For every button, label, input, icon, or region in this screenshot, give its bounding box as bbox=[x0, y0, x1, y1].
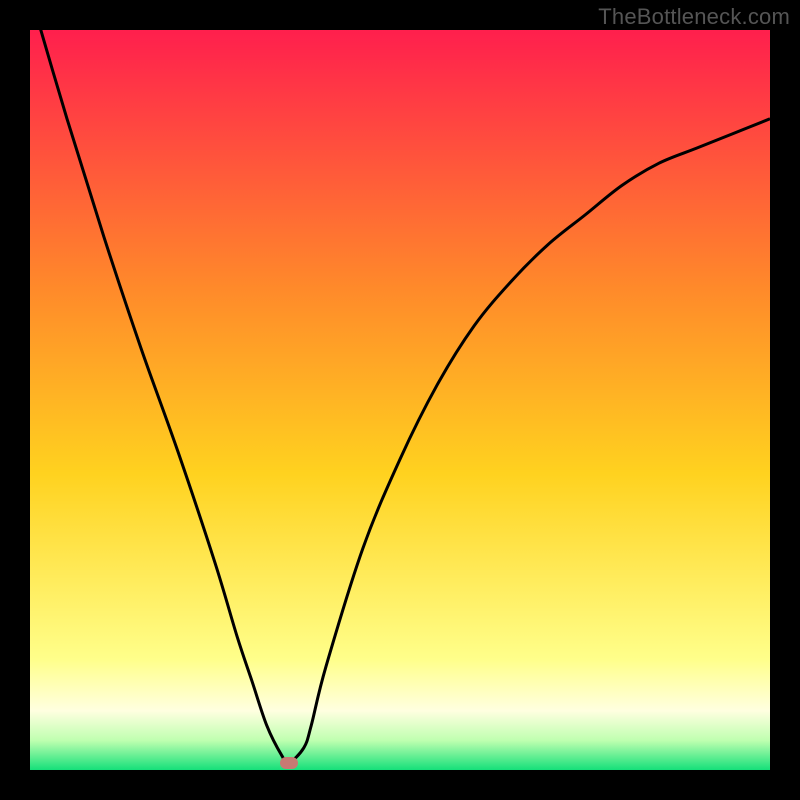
plot-area bbox=[30, 30, 770, 770]
watermark-text: TheBottleneck.com bbox=[598, 4, 790, 30]
chart-frame: TheBottleneck.com bbox=[0, 0, 800, 800]
bottleneck-curve bbox=[30, 30, 770, 770]
bottleneck-marker bbox=[280, 757, 298, 769]
